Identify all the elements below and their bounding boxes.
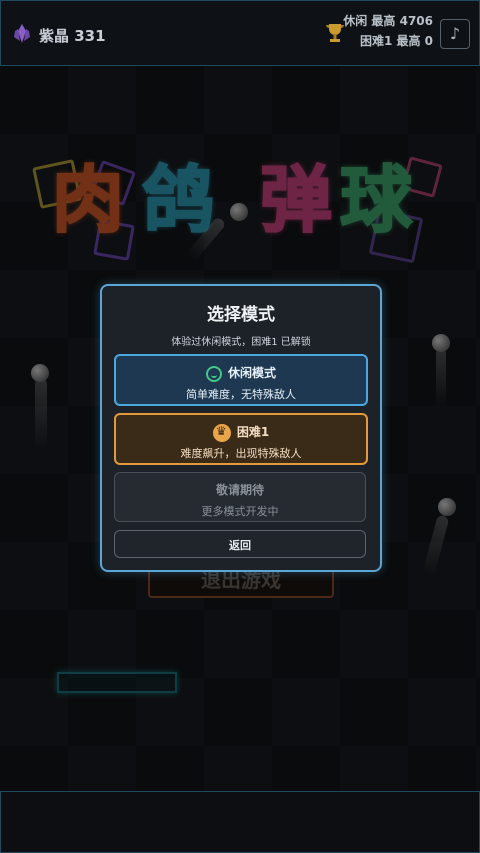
best-scores: 休闲 最高 4706 困难1 最高 0	[343, 11, 433, 51]
back-button[interactable]: 返回	[114, 530, 366, 558]
hard-mode-title: 困难1	[116, 423, 366, 442]
casual-mode-desc: 简单难度，无特殊敌人	[186, 388, 296, 401]
mode-select-dialog: 选择模式 体验过休闲模式，困难1 已解锁 休闲模式 简单难度，无特殊敌人 困难1…	[100, 284, 382, 572]
coming-soon-desc: 更多模式开发中	[201, 505, 279, 518]
crown-icon	[212, 423, 231, 442]
hard-mode-button[interactable]: 困难1 难度飙升，出现特殊敌人	[114, 413, 368, 465]
dialog-subtitle: 体验过休闲模式，困难1 已解锁	[171, 337, 311, 348]
hard-mode-desc: 难度飙升，出现特殊敌人	[180, 447, 302, 460]
casual-best-score: 休闲 最高 4706	[343, 14, 433, 28]
top-bar: 紫晶 331 休闲 最高 4706 困难1 最高 0 ♪	[0, 0, 480, 66]
hard-best-score: 困难1 最高 0	[359, 34, 433, 48]
crystal-count: 紫晶 331	[39, 27, 106, 45]
music-note-icon: ♪	[449, 24, 461, 43]
back-label: 返回	[229, 539, 251, 552]
coming-soon-option: 敬请期待 更多模式开发中	[114, 472, 366, 522]
hard-mode-label: 困难1	[236, 425, 270, 439]
music-toggle-button[interactable]: ♪	[440, 19, 470, 49]
coming-soon-label: 敬请期待	[215, 483, 264, 497]
dialog-title: 选择模式	[207, 305, 275, 325]
bottom-bar	[0, 791, 480, 853]
smile-icon	[205, 365, 222, 382]
casual-mode-label: 休闲模式	[227, 366, 276, 380]
casual-mode-title: 休闲模式	[116, 364, 366, 382]
casual-mode-button[interactable]: 休闲模式 简单难度，无特殊敌人	[114, 354, 368, 406]
crystal-icon	[14, 24, 30, 43]
